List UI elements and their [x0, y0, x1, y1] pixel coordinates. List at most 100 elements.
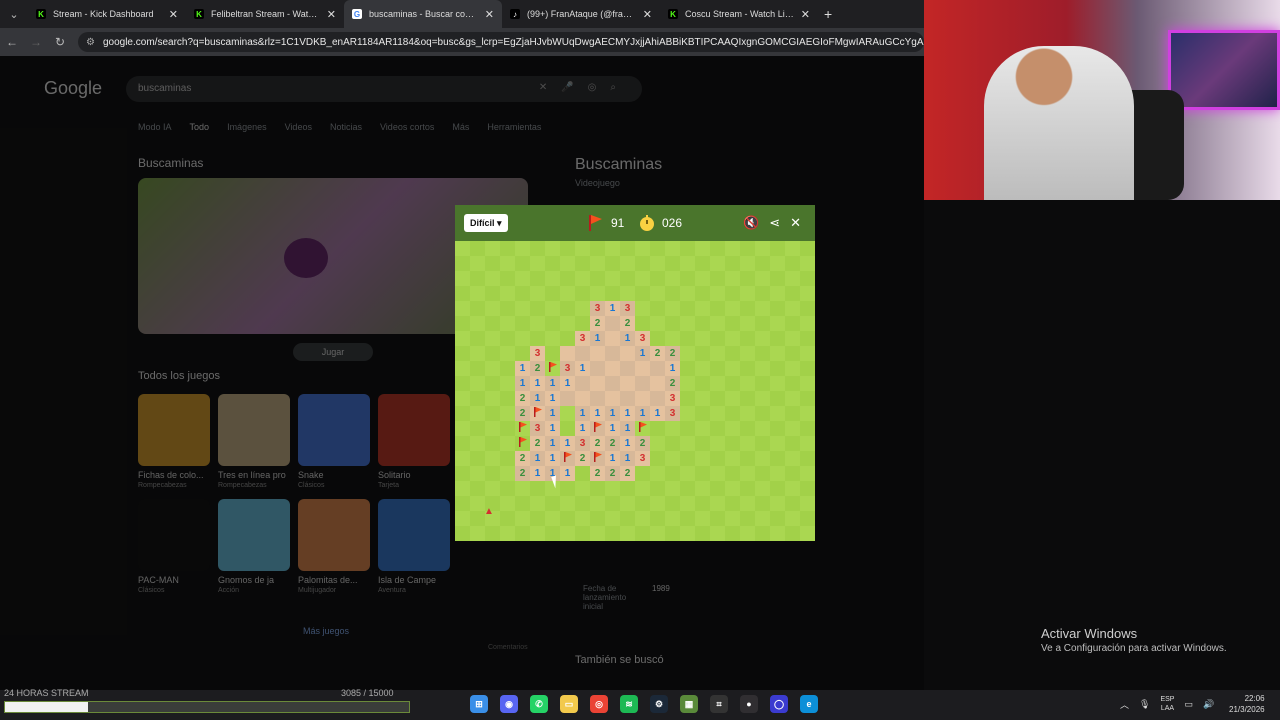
hidden-cell[interactable]	[770, 436, 785, 451]
hidden-cell[interactable]	[635, 481, 650, 496]
hidden-cell[interactable]	[575, 526, 590, 541]
hidden-cell[interactable]	[740, 436, 755, 451]
hidden-cell[interactable]	[740, 256, 755, 271]
tab-4[interactable]: K Coscu Stream - Watch Live on ✕	[660, 0, 818, 28]
hidden-cell[interactable]	[635, 271, 650, 286]
hidden-cell[interactable]	[485, 256, 500, 271]
hidden-cell[interactable]	[455, 481, 470, 496]
hidden-cell[interactable]	[560, 406, 575, 421]
search-tools-icons[interactable]: ✕🎤◎⌕	[539, 82, 630, 93]
hidden-cell[interactable]	[680, 346, 695, 361]
hidden-cell[interactable]	[785, 526, 800, 541]
hidden-cell[interactable]	[665, 241, 680, 256]
hidden-cell[interactable]	[710, 331, 725, 346]
hidden-cell[interactable]	[800, 481, 815, 496]
share-icon[interactable]: ⋖	[769, 215, 780, 231]
hidden-cell[interactable]	[755, 391, 770, 406]
hidden-cell[interactable]	[695, 346, 710, 361]
hidden-cell[interactable]	[470, 316, 485, 331]
hidden-cell[interactable]	[515, 301, 530, 316]
hidden-cell[interactable]	[785, 496, 800, 511]
hidden-cell[interactable]	[530, 331, 545, 346]
hidden-cell[interactable]	[770, 361, 785, 376]
hidden-cell[interactable]	[725, 286, 740, 301]
microphone-icon[interactable]: 🎙	[1139, 699, 1150, 710]
discord-icon[interactable]: ◉	[500, 695, 518, 713]
hidden-cell[interactable]	[560, 511, 575, 526]
minesweeper-board[interactable]: 3132231133122123111111221132111111133111…	[455, 241, 815, 541]
hidden-cell[interactable]	[800, 316, 815, 331]
hidden-cell[interactable]	[770, 406, 785, 421]
hidden-cell[interactable]	[695, 481, 710, 496]
hidden-cell[interactable]	[515, 511, 530, 526]
hidden-cell[interactable]	[755, 526, 770, 541]
hidden-cell[interactable]	[710, 271, 725, 286]
hidden-cell[interactable]	[710, 451, 725, 466]
hidden-cell[interactable]	[710, 511, 725, 526]
app-circle-icon[interactable]: ◯	[770, 695, 788, 713]
hidden-cell[interactable]	[710, 391, 725, 406]
hidden-cell[interactable]	[650, 301, 665, 316]
hidden-cell[interactable]	[455, 361, 470, 376]
hidden-cell[interactable]	[740, 511, 755, 526]
hidden-cell[interactable]	[470, 466, 485, 481]
hidden-cell[interactable]	[590, 511, 605, 526]
hidden-cell[interactable]	[530, 496, 545, 511]
search-input[interactable]: buscaminas ✕🎤◎⌕	[126, 76, 642, 102]
hidden-cell[interactable]	[605, 481, 620, 496]
close-tab-icon[interactable]: ✕	[327, 8, 336, 21]
hidden-cell[interactable]	[710, 436, 725, 451]
search-tab-1[interactable]: Todo	[190, 122, 210, 132]
language-indicator[interactable]: ESP LAA	[1160, 695, 1174, 713]
hidden-cell[interactable]	[560, 286, 575, 301]
hidden-cell[interactable]	[635, 496, 650, 511]
hidden-cell[interactable]	[650, 451, 665, 466]
hidden-cell[interactable]	[620, 511, 635, 526]
tray-overflow-icon[interactable]: ︿	[1120, 698, 1129, 711]
hidden-cell[interactable]	[500, 346, 515, 361]
hidden-cell[interactable]	[710, 241, 725, 256]
hidden-cell[interactable]	[800, 331, 815, 346]
hidden-cell[interactable]	[560, 421, 575, 436]
hidden-cell[interactable]	[680, 511, 695, 526]
hidden-cell[interactable]	[800, 346, 815, 361]
whatsapp-icon[interactable]: ✆	[530, 695, 548, 713]
hidden-cell[interactable]	[470, 286, 485, 301]
hidden-cell[interactable]	[545, 331, 560, 346]
search-tab-7[interactable]: Herramientas	[487, 122, 541, 132]
hidden-cell[interactable]	[800, 451, 815, 466]
volume-icon[interactable]: 🔊	[1203, 699, 1214, 710]
tab-3[interactable]: ♪ (99+) FranAtaque (@franataque ✕	[502, 0, 660, 28]
hidden-cell[interactable]	[680, 361, 695, 376]
hidden-cell[interactable]	[575, 241, 590, 256]
hidden-cell[interactable]	[725, 316, 740, 331]
hidden-cell[interactable]	[545, 526, 560, 541]
game-card[interactable]: PAC-MAN Clásicos	[138, 499, 210, 594]
hidden-cell[interactable]	[515, 241, 530, 256]
hidden-cell[interactable]	[800, 496, 815, 511]
game-card[interactable]: Fichas de colo... Rompecabezas	[138, 394, 210, 489]
hidden-cell[interactable]	[515, 256, 530, 271]
hidden-cell[interactable]	[455, 256, 470, 271]
hidden-cell[interactable]	[500, 511, 515, 526]
game-card[interactable]: Tres en línea pro Rompecabezas	[218, 394, 290, 489]
hidden-cell[interactable]	[680, 481, 695, 496]
hidden-cell[interactable]	[575, 256, 590, 271]
hidden-cell[interactable]	[470, 301, 485, 316]
hidden-cell[interactable]	[560, 256, 575, 271]
hidden-cell[interactable]	[500, 376, 515, 391]
hidden-cell[interactable]	[605, 271, 620, 286]
hidden-cell[interactable]	[545, 346, 560, 361]
hidden-cell[interactable]	[635, 526, 650, 541]
flagged-cell[interactable]	[635, 421, 650, 436]
hidden-cell[interactable]	[755, 451, 770, 466]
hidden-cell[interactable]	[500, 421, 515, 436]
hidden-cell[interactable]	[725, 271, 740, 286]
hidden-cell[interactable]	[680, 436, 695, 451]
hidden-cell[interactable]	[515, 346, 530, 361]
hidden-cell[interactable]	[755, 376, 770, 391]
hidden-cell[interactable]	[710, 286, 725, 301]
hidden-cell[interactable]	[800, 301, 815, 316]
hidden-cell[interactable]	[800, 271, 815, 286]
hidden-cell[interactable]	[545, 301, 560, 316]
